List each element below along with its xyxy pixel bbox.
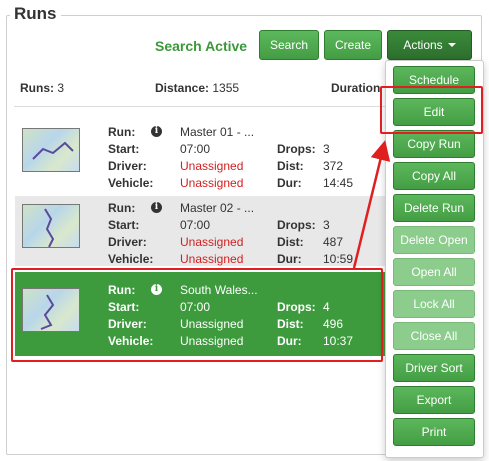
annotation-arrow [352,140,391,269]
